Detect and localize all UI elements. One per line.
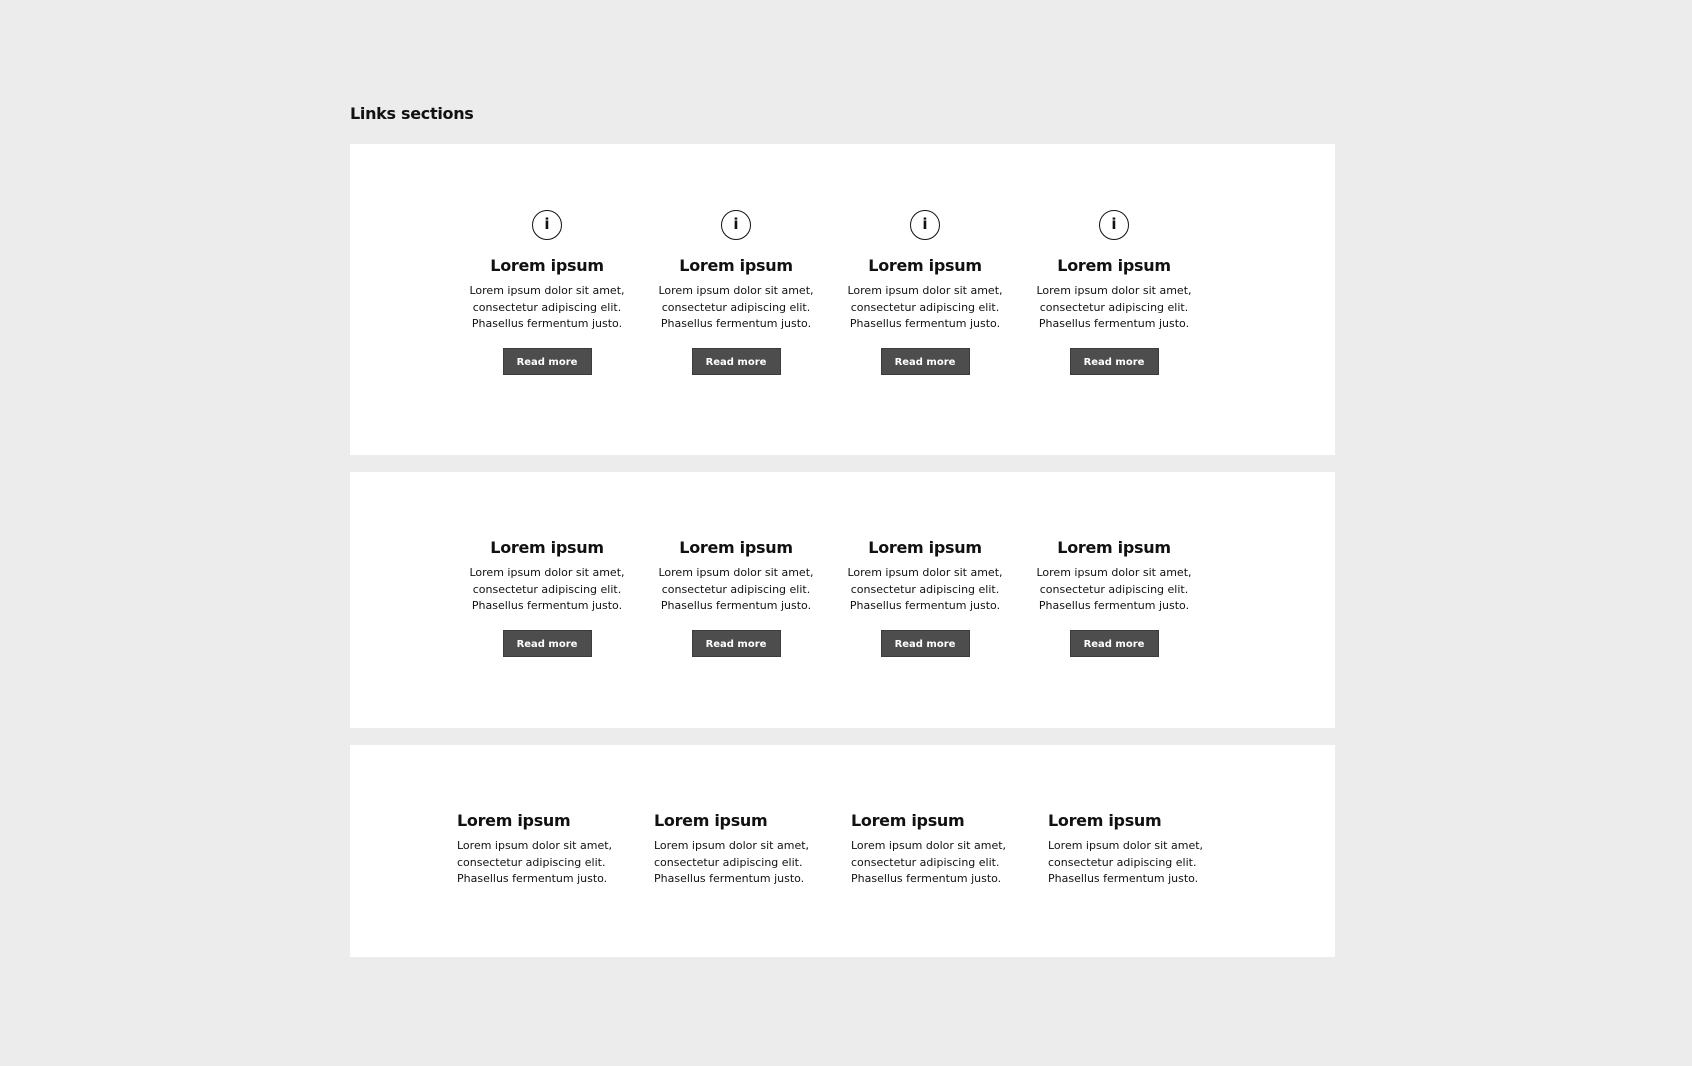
- link-card: i Lorem ipsum Lorem ipsum dolor sit amet…: [840, 210, 1010, 375]
- card-description-line: consectetur adipiscing elit.: [661, 582, 811, 596]
- card-description-line: Phasellus fermentum justo.: [660, 599, 812, 612]
- read-more-button[interactable]: Read more: [1069, 347, 1159, 375]
- link-card: Lorem ipsum Lorem ipsum dolor sit amet, …: [654, 811, 824, 888]
- card-description-line: consectetur adipiscing elit.: [1048, 855, 1197, 869]
- card-title: Lorem ipsum: [490, 538, 604, 557]
- page-title: Links sections: [350, 104, 474, 123]
- card-description-line: Lorem ipsum dolor sit amet,: [847, 284, 1003, 297]
- link-card: Lorem ipsum Lorem ipsum dolor sit amet, …: [457, 811, 627, 888]
- read-more-button[interactable]: Read more: [502, 629, 592, 657]
- links-section-with-icons: i Lorem ipsum Lorem ipsum dolor sit amet…: [350, 144, 1335, 455]
- card-description: Lorem ipsum dolor sit amet, consectetur …: [851, 838, 1021, 888]
- card-description-line: consectetur adipiscing elit.: [661, 300, 811, 314]
- card-description-line: Phasellus fermentum justo.: [471, 599, 623, 612]
- link-card: i Lorem ipsum Lorem ipsum dolor sit amet…: [462, 210, 632, 375]
- card-description: Lorem ipsum dolor sit amet, consectetur …: [1048, 838, 1218, 888]
- info-icon: i: [532, 210, 562, 240]
- card-description-line: Phasellus fermentum justo.: [660, 317, 812, 330]
- card-description-line: Lorem ipsum dolor sit amet,: [847, 566, 1003, 579]
- card-description: Lorem ipsum dolor sit amet, consectetur …: [651, 283, 821, 333]
- card-description-line: consectetur adipiscing elit.: [1039, 582, 1189, 596]
- links-section-with-buttons: Lorem ipsum Lorem ipsum dolor sit amet, …: [350, 472, 1335, 728]
- links-section-text-only: Lorem ipsum Lorem ipsum dolor sit amet, …: [350, 745, 1335, 957]
- read-more-button[interactable]: Read more: [880, 629, 970, 657]
- card-description-line: Lorem ipsum dolor sit amet,: [457, 839, 613, 852]
- card-description-line: consectetur adipiscing elit.: [850, 582, 1000, 596]
- read-more-button[interactable]: Read more: [1069, 629, 1159, 657]
- card-description: Lorem ipsum dolor sit amet, consectetur …: [1029, 565, 1199, 615]
- card-description: Lorem ipsum dolor sit amet, consectetur …: [651, 565, 821, 615]
- link-card: Lorem ipsum Lorem ipsum dolor sit amet, …: [651, 538, 821, 657]
- card-description-line: Lorem ipsum dolor sit amet,: [658, 566, 814, 579]
- info-icon: i: [721, 210, 751, 240]
- card-title: Lorem ipsum: [654, 811, 768, 830]
- card-description: Lorem ipsum dolor sit amet, consectetur …: [1029, 283, 1199, 333]
- info-icon: i: [1099, 210, 1129, 240]
- link-card: Lorem ipsum Lorem ipsum dolor sit amet, …: [1029, 538, 1199, 657]
- card-description-line: Lorem ipsum dolor sit amet,: [1036, 284, 1192, 297]
- card-description-line: consectetur adipiscing elit.: [472, 300, 622, 314]
- card-description: Lorem ipsum dolor sit amet, consectetur …: [840, 283, 1010, 333]
- card-description-line: Phasellus fermentum justo.: [457, 872, 608, 885]
- card-description-line: Phasellus fermentum justo.: [1038, 317, 1190, 330]
- card-description-line: consectetur adipiscing elit.: [457, 855, 606, 869]
- card-title: Lorem ipsum: [868, 256, 982, 275]
- card-description-line: Lorem ipsum dolor sit amet,: [658, 284, 814, 297]
- read-more-button[interactable]: Read more: [691, 629, 781, 657]
- card-title: Lorem ipsum: [1057, 538, 1171, 557]
- card-description: Lorem ipsum dolor sit amet, consectetur …: [654, 838, 824, 888]
- card-description-line: Lorem ipsum dolor sit amet,: [1036, 566, 1192, 579]
- card-description-line: consectetur adipiscing elit.: [851, 855, 1000, 869]
- card-description-line: Phasellus fermentum justo.: [654, 872, 805, 885]
- card-description-line: Lorem ipsum dolor sit amet,: [1048, 839, 1204, 852]
- card-title: Lorem ipsum: [1057, 256, 1171, 275]
- read-more-button[interactable]: Read more: [880, 347, 970, 375]
- card-description-line: Lorem ipsum dolor sit amet,: [851, 839, 1007, 852]
- read-more-button[interactable]: Read more: [691, 347, 781, 375]
- card-title: Lorem ipsum: [457, 811, 571, 830]
- card-description-line: Phasellus fermentum justo.: [1038, 599, 1190, 612]
- link-card: Lorem ipsum Lorem ipsum dolor sit amet, …: [462, 538, 632, 657]
- card-description: Lorem ipsum dolor sit amet, consectetur …: [462, 565, 632, 615]
- card-title: Lorem ipsum: [851, 811, 965, 830]
- read-more-button[interactable]: Read more: [502, 347, 592, 375]
- card-description: Lorem ipsum dolor sit amet, consectetur …: [462, 283, 632, 333]
- card-description-line: Phasellus fermentum justo.: [849, 599, 1001, 612]
- card-description: Lorem ipsum dolor sit amet, consectetur …: [457, 838, 627, 888]
- link-card: Lorem ipsum Lorem ipsum dolor sit amet, …: [1048, 811, 1218, 888]
- link-card: i Lorem ipsum Lorem ipsum dolor sit amet…: [1029, 210, 1199, 375]
- card-title: Lorem ipsum: [490, 256, 604, 275]
- card-description-line: consectetur adipiscing elit.: [654, 855, 803, 869]
- card-title: Lorem ipsum: [679, 256, 793, 275]
- link-card: Lorem ipsum Lorem ipsum dolor sit amet, …: [840, 538, 1010, 657]
- card-description-line: Lorem ipsum dolor sit amet,: [654, 839, 810, 852]
- card-description: Lorem ipsum dolor sit amet, consectetur …: [840, 565, 1010, 615]
- card-description-line: consectetur adipiscing elit.: [1039, 300, 1189, 314]
- card-description-line: Phasellus fermentum justo.: [851, 872, 1002, 885]
- card-description-line: Lorem ipsum dolor sit amet,: [469, 566, 625, 579]
- link-card: Lorem ipsum Lorem ipsum dolor sit amet, …: [851, 811, 1021, 888]
- card-description-line: Lorem ipsum dolor sit amet,: [469, 284, 625, 297]
- card-description-line: consectetur adipiscing elit.: [472, 582, 622, 596]
- card-description-line: Phasellus fermentum justo.: [849, 317, 1001, 330]
- card-description-line: Phasellus fermentum justo.: [1048, 872, 1199, 885]
- card-title: Lorem ipsum: [1048, 811, 1162, 830]
- link-card: i Lorem ipsum Lorem ipsum dolor sit amet…: [651, 210, 821, 375]
- card-description-line: Phasellus fermentum justo.: [471, 317, 623, 330]
- card-title: Lorem ipsum: [679, 538, 793, 557]
- info-icon: i: [910, 210, 940, 240]
- card-description-line: consectetur adipiscing elit.: [850, 300, 1000, 314]
- card-title: Lorem ipsum: [868, 538, 982, 557]
